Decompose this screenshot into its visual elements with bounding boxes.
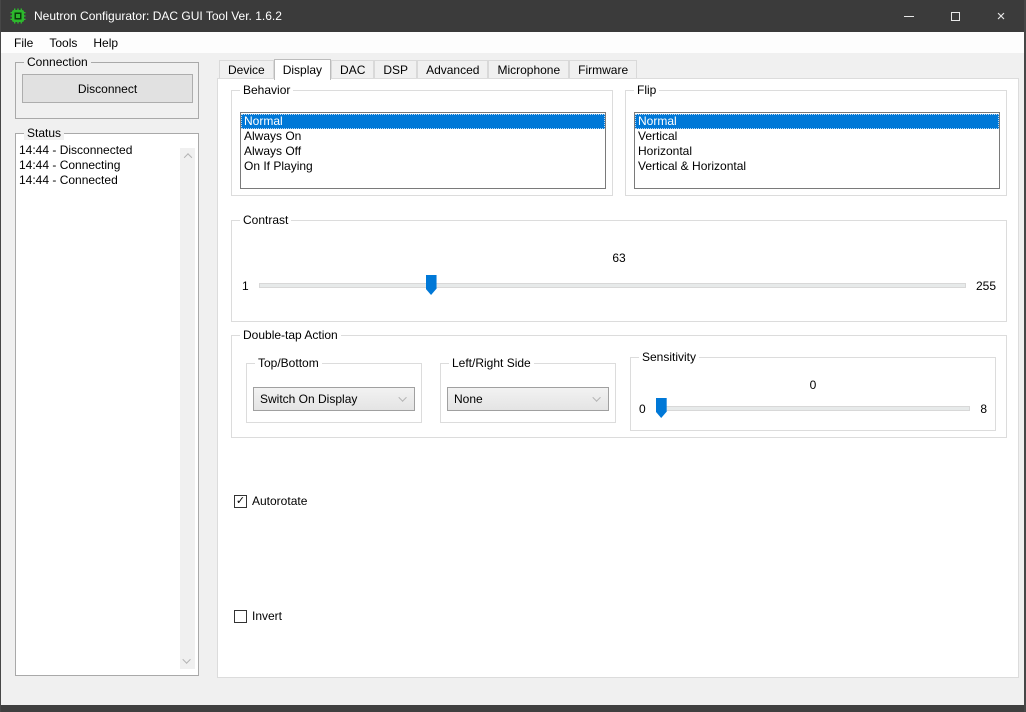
status-log-entry: 14:44 - Connecting (19, 158, 180, 173)
tab-display[interactable]: Display (274, 59, 331, 80)
chevron-down-icon (182, 655, 190, 663)
behavior-listbox: Normal Always On Always Off On If Playin… (240, 112, 606, 189)
invert-checkbox-row[interactable]: ✓ Invert (234, 609, 282, 623)
tab-dac[interactable]: DAC (331, 60, 374, 79)
tab-dsp[interactable]: DSP (374, 60, 417, 79)
top-bottom-dropdown[interactable]: Switch On Display (253, 387, 415, 411)
sensitivity-value: 0 (631, 378, 995, 392)
window-title: Neutron Configurator: DAC GUI Tool Ver. … (34, 9, 282, 23)
maximize-button[interactable] (932, 0, 978, 32)
sensitivity-group-label: Sensitivity (639, 350, 699, 364)
left-right-selected-value: None (454, 392, 483, 406)
disconnect-button[interactable]: Disconnect (22, 74, 193, 103)
tab-microphone[interactable]: Microphone (488, 60, 569, 79)
behavior-group: Behavior Normal Always On Always Off On … (231, 90, 613, 196)
window-titlebar: Neutron Configurator: DAC GUI Tool Ver. … (1, 0, 1024, 32)
chevron-down-icon (398, 393, 406, 401)
behavior-option-always-on[interactable]: Always On (241, 129, 605, 144)
autorotate-label: Autorotate (252, 494, 307, 508)
status-group: Status 14:44 - Disconnected 14:44 - Conn… (15, 133, 199, 676)
main-tab-control: Device Display DAC DSP Advanced Micropho… (217, 58, 1019, 678)
sensitivity-min-label: 0 (639, 402, 646, 416)
invert-checkbox[interactable]: ✓ (234, 610, 247, 623)
minimize-button[interactable] (886, 0, 932, 32)
behavior-group-label: Behavior (240, 83, 293, 97)
contrast-slider-thumb[interactable] (426, 275, 437, 295)
contrast-slider[interactable] (259, 275, 966, 296)
contrast-value: 63 (232, 251, 1006, 265)
close-button[interactable]: × (978, 0, 1024, 32)
menu-file[interactable]: File (6, 34, 41, 52)
double-tap-group-label: Double-tap Action (240, 328, 341, 342)
flip-option-horizontal[interactable]: Horizontal (635, 144, 999, 159)
flip-option-vertical-horizontal[interactable]: Vertical & Horizontal (635, 159, 999, 174)
menu-tools[interactable]: Tools (41, 34, 85, 52)
contrast-group: Contrast 63 1 255 (231, 220, 1007, 322)
tab-device[interactable]: Device (219, 60, 274, 79)
contrast-min-label: 1 (242, 279, 249, 293)
top-bottom-selected-value: Switch On Display (260, 392, 357, 406)
contrast-slider-track[interactable] (259, 283, 966, 288)
status-group-label: Status (24, 126, 64, 140)
menu-bar: File Tools Help (1, 32, 1024, 53)
sensitivity-max-label: 8 (980, 402, 987, 416)
behavior-option-on-if-playing[interactable]: On If Playing (241, 159, 605, 174)
contrast-group-label: Contrast (240, 213, 291, 227)
behavior-option-normal[interactable]: Normal (241, 114, 605, 129)
flip-option-vertical[interactable]: Vertical (635, 129, 999, 144)
chevron-down-icon (592, 393, 600, 401)
display-tab-page: Behavior Normal Always On Always Off On … (217, 78, 1019, 678)
double-tap-action-group: Double-tap Action Top/Bottom Switch On D… (231, 335, 1007, 438)
connection-group: Connection Disconnect (15, 62, 199, 119)
sensitivity-group: Sensitivity 0 0 8 (630, 357, 996, 431)
minimize-icon (904, 16, 914, 17)
tab-firmware[interactable]: Firmware (569, 60, 637, 79)
window-bottom-border (1, 705, 1024, 712)
tab-advanced[interactable]: Advanced (417, 60, 488, 79)
tab-strip: Device Display DAC DSP Advanced Micropho… (217, 58, 1019, 79)
close-icon: × (997, 9, 1006, 24)
app-window: Neutron Configurator: DAC GUI Tool Ver. … (0, 0, 1026, 712)
flip-group-label: Flip (634, 83, 659, 97)
behavior-option-always-off[interactable]: Always Off (241, 144, 605, 159)
top-bottom-group: Top/Bottom Switch On Display (246, 363, 422, 423)
status-log-entry: 14:44 - Disconnected (19, 143, 180, 158)
menu-help[interactable]: Help (85, 34, 126, 52)
connection-group-label: Connection (24, 55, 91, 69)
flip-option-normal[interactable]: Normal (635, 114, 999, 129)
maximize-icon (951, 12, 960, 21)
sensitivity-slider[interactable] (656, 398, 971, 419)
contrast-max-label: 255 (976, 279, 996, 293)
status-log-list[interactable]: 14:44 - Disconnected 14:44 - Connecting … (19, 143, 180, 672)
status-log-entry: 14:44 - Connected (19, 173, 180, 188)
autorotate-checkbox[interactable]: ✓ (234, 495, 247, 508)
left-right-group-label: Left/Right Side (449, 356, 534, 370)
left-right-dropdown[interactable]: None (447, 387, 609, 411)
sensitivity-slider-thumb[interactable] (656, 398, 667, 418)
autorotate-checkbox-row[interactable]: ✓ Autorotate (234, 494, 307, 508)
chevron-up-icon (183, 153, 191, 161)
scroll-down-button[interactable] (180, 653, 195, 669)
top-bottom-group-label: Top/Bottom (255, 356, 322, 370)
app-chip-icon (10, 8, 26, 24)
status-scrollbar[interactable] (180, 148, 195, 669)
left-right-group: Left/Right Side None (440, 363, 616, 423)
invert-label: Invert (252, 609, 282, 623)
flip-group: Flip Normal Vertical Horizontal Vertical… (625, 90, 1007, 196)
sensitivity-slider-track[interactable] (656, 406, 971, 411)
check-icon: ✓ (236, 496, 245, 507)
flip-listbox: Normal Vertical Horizontal Vertical & Ho… (634, 112, 1000, 189)
scroll-up-button[interactable] (180, 148, 195, 164)
